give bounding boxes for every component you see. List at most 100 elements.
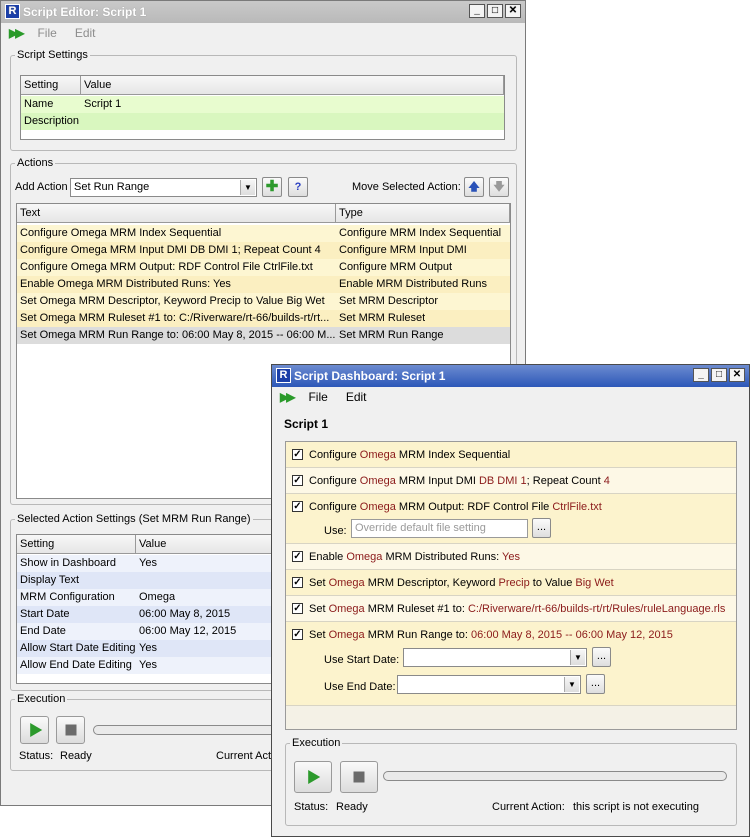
show-checkbox[interactable]: ✓	[292, 629, 303, 640]
use-file-input[interactable]: Override default file setting	[351, 519, 528, 538]
run-button[interactable]	[294, 761, 332, 793]
col-text[interactable]: Text	[17, 204, 336, 223]
cell-text: Configure Omega MRM Index Sequential	[20, 227, 222, 239]
col-value[interactable]: Value	[81, 76, 504, 95]
browse-file-button[interactable]: ...	[532, 518, 551, 538]
move-selected-label: Move Selected Action:	[352, 181, 461, 193]
use-label: Use:	[324, 525, 347, 537]
action-param: Yes	[502, 551, 520, 563]
cell-type: Set MRM Run Range	[339, 329, 444, 341]
action-param: C:/Riverware/rt-66/builds-rt/rt/Rules/ru…	[467, 603, 726, 615]
show-checkbox[interactable]: ✓	[292, 449, 303, 460]
cell-setting: End Date	[20, 625, 66, 637]
close-button[interactable]: ✕	[729, 368, 745, 382]
riverware-icon: R	[5, 4, 20, 19]
dashboard-titlebar[interactable]: R Script Dashboard: Script 1 _ □ ✕	[272, 365, 749, 387]
add-action-value: Set Run Range	[74, 181, 150, 193]
table-row[interactable]: Configure Omega MRM Output: RDF Control …	[17, 259, 510, 276]
table-row[interactable]: Enable Omega MRM Distributed Runs: Yes En…	[17, 276, 510, 293]
cell-setting: Description	[24, 115, 80, 127]
dashboard-menubar: ▶▶ File Edit	[272, 387, 749, 407]
cell-setting: Start Date	[20, 608, 70, 620]
table-row[interactable]: Set Omega MRM Descriptor, Keyword Precip…	[17, 293, 510, 310]
cell-value: Yes	[139, 642, 157, 654]
cell-value: 06:00 May 8, 2015	[139, 608, 231, 620]
action-param: Big Wet	[575, 577, 614, 589]
action-param: DB DMI 1	[478, 475, 527, 487]
status-value: Ready	[336, 801, 368, 813]
action-param: Omega	[359, 475, 396, 487]
move-up-button[interactable]: 🡅	[464, 177, 484, 197]
minimize-button[interactable]: _	[693, 368, 709, 382]
help-button[interactable]: ?	[288, 177, 308, 197]
run-arrows-icon[interactable]: ▶▶	[9, 26, 25, 40]
dashboard-action-row: ✓ Configure Omega MRM Input DMI DB DMI 1;…	[286, 468, 736, 494]
current-action-label: Current Action:	[492, 801, 565, 813]
action-param: Omega	[359, 501, 396, 513]
menu-edit[interactable]: Edit	[73, 26, 98, 40]
editor-title: Script Editor: Script 1	[23, 5, 147, 19]
run-button[interactable]	[20, 716, 49, 744]
script-name: Script 1	[284, 417, 329, 431]
minimize-button[interactable]: _	[469, 4, 485, 18]
use-end-date-browse-button[interactable]: ...	[586, 674, 605, 694]
chevron-down-icon[interactable]: ▼	[564, 677, 579, 692]
action-text-part: MRM Output: RDF Control File	[395, 501, 553, 513]
cell-type: Set MRM Descriptor	[339, 295, 439, 307]
action-param: Omega	[328, 603, 365, 615]
action-text-part: ; Repeat Count	[526, 475, 604, 487]
add-action-label: Add Action	[15, 181, 68, 193]
maximize-button[interactable]: □	[487, 4, 503, 18]
chevron-down-icon[interactable]: ▼	[240, 180, 255, 195]
menu-file[interactable]: File	[306, 390, 329, 404]
play-icon	[308, 770, 321, 784]
show-checkbox[interactable]: ✓	[292, 501, 303, 512]
editor-titlebar[interactable]: R Script Editor: Script 1 _ □ ✕	[1, 1, 525, 23]
action-text-part: Enable	[309, 551, 347, 563]
run-arrows-icon[interactable]: ▶▶	[280, 390, 296, 404]
col-setting[interactable]: Setting	[17, 535, 136, 554]
show-checkbox[interactable]: ✓	[292, 577, 303, 588]
add-action-combo[interactable]: Set Run Range ▼	[70, 178, 257, 197]
table-row[interactable]: Configure Omega MRM Input DMI DB DMI 1; …	[17, 242, 510, 259]
table-row[interactable]: Description	[21, 113, 504, 130]
use-end-date-label: Use End Date:	[324, 681, 396, 693]
table-row[interactable]: Configure Omega MRM Index Sequential Conf…	[17, 225, 510, 242]
menu-file[interactable]: File	[35, 26, 58, 40]
cell-setting: Show in Dashboard	[20, 557, 117, 569]
dashboard-action-row: ✓ Set Omega MRM Run Range to: 06:00 May 8…	[286, 622, 736, 706]
stop-button[interactable]	[56, 716, 85, 744]
use-file-placeholder: Override default file setting	[355, 522, 486, 534]
add-action-button[interactable]: ✚	[262, 177, 282, 197]
action-param: Omega	[328, 577, 365, 589]
col-setting[interactable]: Setting	[21, 76, 81, 95]
menu-edit[interactable]: Edit	[344, 390, 369, 404]
show-checkbox[interactable]: ✓	[292, 551, 303, 562]
show-checkbox[interactable]: ✓	[292, 475, 303, 486]
use-end-date-combo[interactable]: ▼	[397, 675, 581, 694]
cell-setting: Display Text	[20, 574, 80, 586]
maximize-button[interactable]: □	[711, 368, 727, 382]
dashboard-title: Script Dashboard: Script 1	[294, 369, 446, 383]
table-row[interactable]: Set Omega MRM Run Range to: 06:00 May 8,…	[17, 327, 510, 344]
use-start-date-combo[interactable]: ▼	[403, 648, 587, 667]
riverware-icon: R	[276, 368, 291, 383]
execution-label: Execution	[15, 693, 68, 705]
move-down-button[interactable]: 🡇	[489, 177, 509, 197]
action-param: Omega	[359, 449, 396, 461]
show-checkbox[interactable]: ✓	[292, 603, 303, 614]
action-text: Set Omega MRM Ruleset #1 to: C:/Riverwar…	[309, 600, 725, 618]
dashboard-action-row: ✓ Configure Omega MRM Output: RDF Control…	[286, 494, 736, 544]
use-start-date-browse-button[interactable]: ...	[592, 647, 611, 667]
table-row[interactable]: Name Script 1	[21, 96, 504, 113]
stop-button[interactable]	[340, 761, 378, 793]
chevron-down-icon[interactable]: ▼	[570, 650, 585, 665]
action-text: Enable Omega MRM Distributed Runs: Yes	[309, 548, 520, 566]
table-row[interactable]: Set Omega MRM Ruleset #1 to: C:/Riverwar…	[17, 310, 510, 327]
editor-menubar: ▶▶ File Edit	[1, 23, 525, 43]
col-type[interactable]: Type	[336, 204, 510, 223]
close-button[interactable]: ✕	[505, 4, 521, 18]
stop-icon	[65, 724, 76, 736]
dashboard-action-row: ✓ Set Omega MRM Descriptor, Keyword Preci…	[286, 570, 736, 596]
cell-type: Enable MRM Distributed Runs	[339, 278, 487, 290]
